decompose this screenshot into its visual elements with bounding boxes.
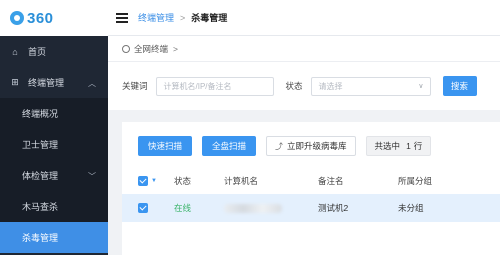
keyword-label: 关键词 — [122, 81, 148, 91]
chevron-down-icon: ﹀ — [88, 172, 96, 181]
column-header-status[interactable]: 状态 — [174, 175, 224, 187]
globe-icon — [122, 44, 130, 53]
home-icon: ⌂ — [12, 46, 18, 57]
grid-icon: ⊞ — [11, 77, 19, 87]
status-select[interactable]: 请选择 ∨ — [310, 76, 431, 96]
chevron-down-icon: ∨ — [418, 83, 424, 90]
top-bar: 终端管理 > 杀毒管理 — [108, 0, 500, 36]
row-checkbox[interactable] — [122, 203, 174, 213]
sidebar-item-label: 卫士管理 — [22, 140, 59, 150]
sidebar-item-label: 体检管理 — [22, 171, 59, 181]
search-button[interactable]: 搜索 — [442, 76, 477, 96]
status-label: 状态 — [285, 81, 303, 91]
dropdown-triangle-icon[interactable]: ▼ — [151, 178, 157, 184]
computer-name-cell — [224, 203, 318, 214]
selected-prefix: 共选中 — [374, 141, 401, 151]
sidebar-item-guard-management[interactable]: 卫士管理 — [0, 129, 108, 160]
upgrade-virus-db-button[interactable]: ⤴ 立即升级病毒库 — [266, 136, 356, 156]
column-header-group[interactable]: 所属分组 — [398, 175, 478, 187]
sidebar-item-trojan-scan[interactable]: 木马查杀 — [0, 191, 108, 222]
quick-scan-button[interactable]: 快速扫描 — [138, 136, 193, 156]
upgrade-label: 立即升级病毒库 — [287, 141, 347, 151]
breadcrumb-separator: > — [180, 12, 186, 23]
chevron-up-icon: ︿ — [88, 79, 96, 88]
sidebar-item-label: 杀毒管理 — [22, 233, 59, 243]
sidebar-item-terminal-management[interactable]: ⊞ 终端管理 ︿ — [0, 67, 108, 98]
app-logo[interactable]: 360 — [0, 0, 108, 36]
group-cell: 未分组 — [398, 203, 424, 213]
note-name-cell: 测试机2 — [318, 203, 349, 213]
full-scan-button[interactable]: 全盘扫描 — [202, 136, 257, 156]
sidebar-item-home[interactable]: ⌂ 首页 — [0, 36, 108, 67]
checkbox-checked-icon — [138, 176, 148, 186]
column-header-note-name[interactable]: 备注名 — [318, 175, 398, 187]
checkbox-checked-icon — [138, 203, 148, 213]
menu-toggle-icon[interactable] — [116, 12, 128, 23]
scope-label: 全网终端 — [134, 43, 169, 54]
action-toolbar: 快速扫描 全盘扫描 ⤴ 立即升级病毒库 共选中 1 行 — [138, 136, 432, 156]
sidebar-item-label: 木马查杀 — [22, 202, 59, 212]
sidebar-item-label: 终端概况 — [22, 109, 59, 119]
sidebar: 360 ⌂ 首页 ⊞ 终端管理 ︿ 终端概况 卫士管理 体检管理 ﹀ 木马查杀 … — [0, 0, 108, 255]
keyword-input[interactable]: 计算机名/IP/备注名 — [155, 76, 274, 96]
selection-count: 共选中 1 行 — [365, 136, 432, 156]
status-placeholder: 请选择 — [318, 81, 343, 91]
chevron-right-icon: > — [173, 43, 178, 54]
select-all-checkbox[interactable]: ▼ — [138, 176, 174, 186]
sidebar-item-terminal-overview[interactable]: 终端概况 — [0, 98, 108, 129]
upgrade-icon: ⤴ — [275, 141, 284, 151]
logo-text: 360 — [27, 9, 54, 27]
table-row[interactable]: 在线 测试机2 未分组 — [122, 194, 500, 222]
sidebar-item-antivirus-management[interactable]: 杀毒管理 — [0, 222, 108, 253]
redacted-computer-name — [224, 204, 282, 214]
column-header-computer-name[interactable]: 计算机名 — [224, 175, 318, 187]
selected-count: 1 — [406, 141, 411, 151]
sidebar-item-label: 首页 — [28, 47, 47, 57]
breadcrumb-current: 杀毒管理 — [191, 13, 228, 23]
sidebar-item-label: 终端管理 — [28, 78, 65, 88]
table-header: ▼ 状态 计算机名 备注名 所属分组 — [138, 170, 500, 192]
logo-icon — [10, 11, 24, 25]
breadcrumb-parent[interactable]: 终端管理 — [138, 11, 174, 24]
selected-suffix: 行 — [413, 141, 423, 151]
status-badge: 在线 — [174, 203, 192, 213]
device-list-card: 快速扫描 全盘扫描 ⤴ 立即升级病毒库 共选中 1 行 ▼ 状态 计算机名 备注… — [122, 122, 500, 255]
sidebar-item-checkup-management[interactable]: 体检管理 ﹀ — [0, 160, 108, 191]
keyword-placeholder: 计算机名/IP/备注名 — [163, 81, 232, 91]
filter-bar: 关键词 计算机名/IP/备注名 状态 请选择 ∨ 搜索 — [108, 62, 500, 110]
scope-selector[interactable]: 全网终端 > — [108, 36, 500, 62]
